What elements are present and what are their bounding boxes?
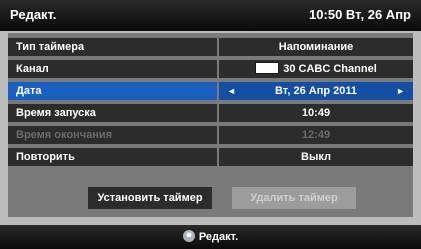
header-bar: Редакт. 10:50 Вт, 26 Апр: [0, 0, 421, 31]
footer-hint: Редакт.: [198, 231, 239, 243]
clock-date: 10:50 Вт, 26 Апр: [309, 7, 411, 22]
set-timer-button[interactable]: Установить таймер: [88, 187, 212, 209]
channel-icon: [255, 62, 280, 74]
start-time-value[interactable]: 10:49: [219, 104, 413, 122]
channel-name: 30 CABC Channel: [283, 63, 377, 75]
end-time-value: 12:49: [219, 126, 413, 144]
row-date[interactable]: Дата ◄ Вт, 26 Апр 2011 ►: [8, 82, 413, 100]
timer-type-value[interactable]: Напоминание: [219, 38, 413, 56]
channel-value[interactable]: 30 CABC Channel: [219, 60, 413, 78]
remote-enter-icon: [182, 230, 195, 242]
row-end-time: Время окончания 12:49: [8, 126, 413, 144]
row-channel[interactable]: Канал 30 CABC Channel: [8, 60, 413, 78]
delete-timer-button: Удалить таймер: [232, 187, 356, 209]
row-label: Время окончания: [8, 126, 217, 144]
page-title: Редакт.: [10, 7, 57, 22]
row-label: Время запуска: [8, 104, 217, 122]
row-label: Повторить: [8, 148, 217, 166]
footer-hint-bar: Редакт.: [0, 225, 421, 249]
chevron-left-icon[interactable]: ◄: [227, 82, 236, 100]
date-text: Вт, 26 Апр 2011: [275, 85, 357, 97]
timer-settings-panel: Тип таймера Напоминание Канал 30 CABC Ch…: [8, 33, 413, 217]
row-label: Дата: [8, 82, 217, 100]
chevron-right-icon[interactable]: ►: [396, 82, 405, 100]
row-start-time[interactable]: Время запуска 10:49: [8, 104, 413, 122]
row-timer-type[interactable]: Тип таймера Напоминание: [8, 38, 413, 56]
row-label: Канал: [8, 60, 217, 78]
row-label: Тип таймера: [8, 38, 217, 56]
row-repeat[interactable]: Повторить Выкл: [8, 148, 413, 166]
date-value[interactable]: ◄ Вт, 26 Апр 2011 ►: [219, 82, 413, 100]
repeat-value[interactable]: Выкл: [219, 148, 413, 166]
